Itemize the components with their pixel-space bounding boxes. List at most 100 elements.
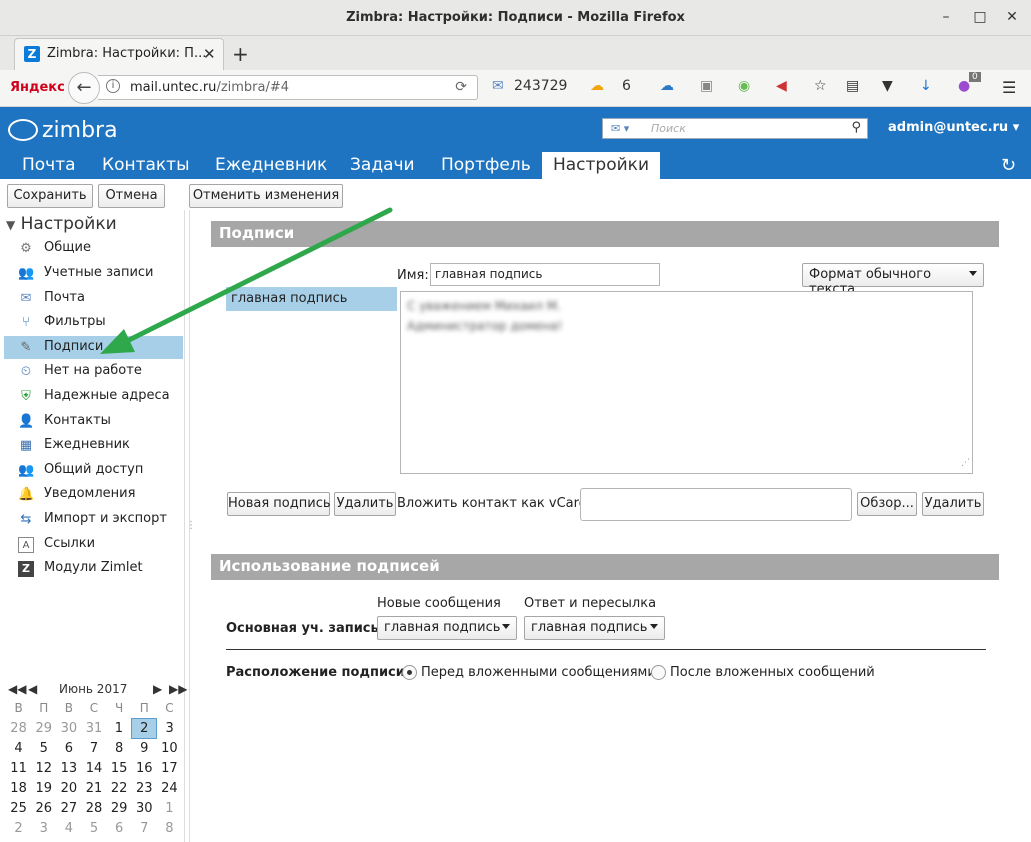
zimbra-logo[interactable]: zimbra <box>8 118 118 143</box>
new-message-signature-select[interactable]: главная подпись <box>377 616 517 640</box>
calendar-day[interactable]: 25 <box>6 798 31 818</box>
sidebar-item-filters[interactable]: ⑂ Фильтры <box>4 311 183 334</box>
close-window-icon[interactable]: ✕ <box>1004 9 1020 25</box>
reload-icon[interactable]: ⟳ <box>455 79 467 95</box>
calendar-day-today[interactable]: 2 <box>131 717 158 739</box>
sidebar-item-zimlets[interactable]: Z Модули Zimlet <box>4 557 183 580</box>
resize-grip-icon[interactable]: ⋰ <box>961 453 970 473</box>
calendar-day[interactable]: 5 <box>31 738 56 758</box>
weather-icon[interactable]: ☁ <box>590 78 604 94</box>
calendar-day[interactable]: 3 <box>157 718 182 738</box>
sash-handle[interactable]: ⋮ <box>186 520 196 531</box>
calendar-day[interactable]: 24 <box>157 778 182 798</box>
sidebar-item-trusted[interactable]: ⛨ Надежные адреса <box>4 385 183 408</box>
sidebar-item-general[interactable]: ⚙ Общие <box>4 237 183 260</box>
radio-after-attachments[interactable] <box>651 665 666 680</box>
tab-briefcase[interactable]: Портфель <box>441 152 531 179</box>
calendar-day[interactable]: 29 <box>31 718 56 738</box>
sidebar-item-notifications[interactable]: 🔔 Уведомления <box>4 483 183 506</box>
sidebar-item-out-of-office[interactable]: ⏲ Нет на работе <box>4 360 183 383</box>
speaker-icon[interactable]: ◀ <box>776 78 787 94</box>
calendar-day[interactable]: 8 <box>157 818 182 838</box>
tab-preferences[interactable]: Настройки <box>542 152 660 179</box>
calendar-day[interactable]: 23 <box>132 778 157 798</box>
calendar-day[interactable]: 3 <box>31 818 56 838</box>
calendar-day[interactable]: 20 <box>56 778 81 798</box>
calendar-day[interactable]: 10 <box>157 738 182 758</box>
tab-mail[interactable]: Почта <box>22 152 76 179</box>
signature-format-select[interactable]: Формат обычного текста <box>802 263 984 297</box>
save-button[interactable]: Сохранить <box>7 184 93 208</box>
pocket-icon[interactable]: ▼ <box>882 78 893 94</box>
mail-type-icon[interactable]: ✉ ▾ <box>611 122 629 135</box>
calendar-day[interactable]: 4 <box>56 818 81 838</box>
weather-temp[interactable]: 6 <box>622 78 631 94</box>
yandex-logo[interactable]: Яндекс <box>10 80 65 95</box>
calendar-day[interactable]: 12 <box>31 758 56 778</box>
calendar-day[interactable]: 28 <box>81 798 106 818</box>
minimize-icon[interactable]: – <box>938 9 954 25</box>
calendar-day[interactable]: 18 <box>6 778 31 798</box>
calendar-day[interactable]: 9 <box>132 738 157 758</box>
browser-tab[interactable]: Z Zimbra: Настройки: П... ✕ <box>14 38 224 70</box>
sidebar-item-sharing[interactable]: 👥 Общий доступ <box>4 459 183 482</box>
calendar-day[interactable]: 29 <box>107 798 132 818</box>
tab-tasks[interactable]: Задачи <box>350 152 415 179</box>
prev-year-icon[interactable]: ◀◀ <box>8 682 26 696</box>
extension2-icon[interactable]: ◉ <box>738 78 750 94</box>
signature-list-item[interactable]: главная подпись <box>226 287 397 311</box>
sidebar-item-import-export[interactable]: ⇆ Импорт и экспорт <box>4 508 183 531</box>
new-tab-icon[interactable]: + <box>232 42 249 66</box>
sidebar-item-calendar[interactable]: ▦ Ежедневник <box>4 434 183 457</box>
sidebar-item-shortcuts[interactable]: A Ссылки <box>4 533 183 556</box>
radio-before-attachments[interactable] <box>402 665 417 680</box>
refresh-icon[interactable]: ↻ <box>1001 155 1016 176</box>
calendar-day[interactable]: 30 <box>56 718 81 738</box>
calendar-day[interactable]: 2 <box>6 818 31 838</box>
delete-signature-button[interactable]: Удалить <box>334 492 396 516</box>
calendar-day[interactable]: 31 <box>81 718 106 738</box>
vcard-delete-button[interactable]: Удалить <box>922 492 984 516</box>
calendar-day[interactable]: 27 <box>56 798 81 818</box>
calendar-day[interactable]: 16 <box>132 758 157 778</box>
calendar-day[interactable]: 1 <box>107 718 132 738</box>
revert-changes-button[interactable]: Отменить изменения <box>189 184 343 208</box>
info-icon[interactable]: i <box>106 79 120 93</box>
search-box[interactable]: ✉ ▾ Поиск ⚲ <box>602 118 868 139</box>
calendar-day[interactable]: 15 <box>107 758 132 778</box>
calendar-day[interactable]: 30 <box>132 798 157 818</box>
url-bar[interactable]: i mail.untec.ru/zimbra/#4 ⟳ <box>98 75 478 100</box>
user-menu[interactable]: admin@untec.ru ▾ <box>888 120 1019 135</box>
cloud-icon[interactable]: ☁ <box>660 78 674 94</box>
download-icon[interactable]: ↓ <box>920 78 932 94</box>
calendar-day[interactable]: 4 <box>6 738 31 758</box>
calendar-day[interactable]: 8 <box>107 738 132 758</box>
reply-signature-select[interactable]: главная подпись <box>524 616 665 640</box>
sidebar-item-mail[interactable]: ✉ Почта <box>4 287 183 310</box>
new-signature-button[interactable]: Новая подпись <box>227 492 331 516</box>
calendar-day[interactable]: 6 <box>107 818 132 838</box>
extension-icon[interactable]: ▣ <box>700 78 713 94</box>
cancel-button[interactable]: Отмена <box>98 184 165 208</box>
calendar-day[interactable]: 28 <box>6 718 31 738</box>
calendar-day[interactable]: 17 <box>157 758 182 778</box>
signature-body-textarea[interactable]: С уважением Михаил М. Администратор доме… <box>400 291 973 474</box>
mail-count[interactable]: 243729 <box>514 78 567 94</box>
search-icon[interactable]: ⚲ <box>851 120 861 135</box>
hamburger-menu-icon[interactable]: ☰ <box>1002 78 1016 97</box>
calendar-day[interactable]: 6 <box>56 738 81 758</box>
back-button[interactable]: ← <box>68 72 100 104</box>
calendar-day[interactable]: 22 <box>107 778 132 798</box>
sidebar-item-signatures[interactable]: ✎ Подписи <box>4 336 183 359</box>
calendar-day[interactable]: 1 <box>157 798 182 818</box>
sidebar-item-accounts[interactable]: 👥 Учетные записи <box>4 262 183 285</box>
calendar-day[interactable]: 21 <box>81 778 106 798</box>
prev-month-icon[interactable]: ◀ <box>28 682 37 696</box>
sidebar-item-contacts[interactable]: 👤 Контакты <box>4 410 183 433</box>
mail-icon[interactable]: ✉ <box>492 78 504 94</box>
sidebar-header[interactable]: ▼ Настройки <box>6 214 117 234</box>
close-tab-icon[interactable]: ✕ <box>203 45 216 63</box>
next-year-icon[interactable]: ▶▶ <box>169 682 187 696</box>
calendar-day[interactable]: 19 <box>31 778 56 798</box>
vcard-input[interactable] <box>580 488 852 521</box>
